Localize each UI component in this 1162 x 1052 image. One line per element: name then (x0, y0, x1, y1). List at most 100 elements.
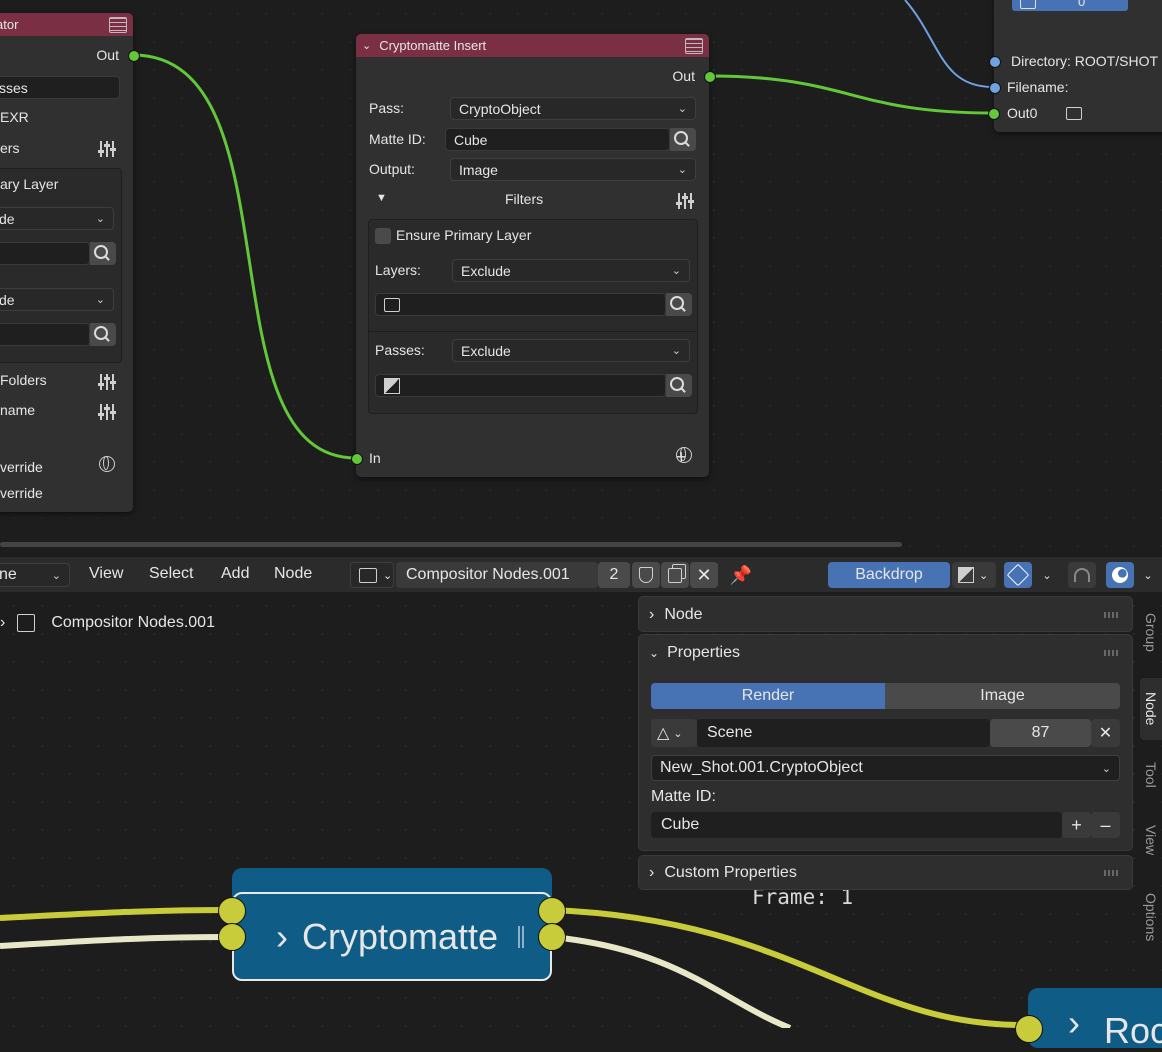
ensure-primary-label: Ensure Primary Layer (396, 227, 532, 243)
group-out-socket-1[interactable] (538, 897, 566, 925)
vtab-options[interactable]: Options (1140, 882, 1162, 952)
filename-socket[interactable] (989, 82, 1001, 94)
search-button[interactable] (90, 323, 116, 346)
backdrop-toggle[interactable]: Backdrop (828, 562, 950, 588)
scene-browse[interactable]: △ ⌄ (651, 719, 697, 747)
pass-dropdown[interactable]: CryptoObject ⌄ (450, 97, 696, 120)
sliders-icon[interactable] (98, 374, 116, 390)
directory-socket[interactable] (989, 56, 1001, 68)
left-dropdown-2[interactable]: de ⌄ (0, 288, 114, 311)
add-socket-icon[interactable]: + (676, 447, 687, 468)
cryptomatte-insert-node[interactable]: ⌄ Cryptomatte Insert Out Pass: CryptoObj… (356, 34, 709, 477)
custom-properties-panel[interactable]: › Custom Properties (638, 855, 1133, 890)
node-tree-browse[interactable]: ⌄ (350, 562, 394, 588)
pin-icon: 📌 (729, 564, 753, 585)
globe-icon[interactable] (99, 456, 115, 472)
menu-node[interactable]: Node (264, 565, 322, 583)
users-count[interactable]: 2 (598, 562, 630, 588)
matte-add-button[interactable]: + (1062, 812, 1091, 838)
left-node-out-socket[interactable] (128, 50, 140, 62)
drag-handle-icon[interactable] (1104, 612, 1120, 618)
group-in-socket-2[interactable] (218, 923, 246, 951)
in-label: In (369, 450, 381, 466)
scene-name-field[interactable]: Scene (697, 719, 990, 747)
group-in-socket-1[interactable] (218, 897, 246, 925)
sliders-icon[interactable] (98, 404, 116, 420)
crypto-in-socket[interactable] (351, 453, 363, 465)
right-group-node[interactable]: › Roc (1028, 988, 1162, 1051)
node-panel-header[interactable]: › Node (639, 597, 1132, 633)
vtab-node[interactable]: Node (1140, 678, 1162, 740)
search-icon (94, 325, 108, 340)
custom-properties-header[interactable]: › Custom Properties (639, 856, 1132, 890)
backdrop-channels[interactable]: ⌄ (952, 562, 996, 588)
properties-panel-label: Properties (667, 644, 740, 661)
scene-name: Scene (707, 724, 753, 741)
left-dropdown-1[interactable]: de ⌄ (0, 207, 114, 230)
gizmo-toggle[interactable] (1004, 562, 1032, 588)
filters-toggle-icon[interactable]: ▼ (376, 192, 387, 204)
search-button[interactable] (666, 293, 692, 316)
matte-id-field[interactable]: Cube (445, 128, 670, 151)
left-node-header[interactable]: ator (0, 13, 133, 36)
scene-users[interactable]: 87 (990, 719, 1091, 747)
crypto-out-socket[interactable] (704, 71, 716, 83)
custom-properties-label: Custom Properties (664, 864, 797, 881)
file-output-node[interactable]: 0 Directory: ROOT/SHOT Filename: Out0 (994, 0, 1162, 132)
search-button[interactable] (666, 374, 692, 397)
drag-handle-icon[interactable] (1104, 650, 1120, 656)
left-search-field-2[interactable] (0, 323, 90, 346)
passes-search-field[interactable] (375, 374, 666, 397)
menu-select[interactable]: Select (139, 565, 203, 583)
left-node[interactable]: ator Out sses EXR ers ary Layer de⌄ de⌄ … (0, 13, 133, 512)
camera-icon[interactable] (1066, 107, 1082, 120)
output-dropdown[interactable]: Image ⌄ (450, 158, 696, 181)
mode-dropdown[interactable]: ne ⌄ (0, 563, 70, 587)
out0-socket[interactable] (988, 108, 1000, 120)
sidebar-matte-field[interactable]: Cube (651, 812, 1062, 838)
unlink-button[interactable]: ✕ (690, 562, 718, 588)
grip-icon (518, 925, 525, 948)
cryptomatte-group-node[interactable]: › Cryptomatte (232, 892, 552, 981)
slot-field[interactable]: 0 (1012, 0, 1128, 11)
collapse-chevron-icon[interactable]: ⌄ (362, 39, 371, 52)
matte-id-eyedropper[interactable] (670, 128, 696, 151)
drag-handle-icon[interactable] (1104, 870, 1120, 876)
right-node-in-socket[interactable] (1015, 1015, 1043, 1043)
search-button[interactable] (90, 242, 116, 265)
menu-add[interactable]: Add (211, 565, 259, 583)
gizmo-dropdown[interactable]: ⌄ (1034, 562, 1060, 588)
horizontal-scrollbar[interactable] (0, 542, 902, 547)
sliders-icon[interactable] (676, 193, 694, 209)
duplicate-button[interactable] (661, 562, 689, 588)
layers-search-field[interactable] (375, 293, 666, 316)
chevron-right-icon: › (1068, 1002, 1080, 1043)
ensure-primary-checkbox[interactable] (375, 228, 391, 244)
vtab-view[interactable]: View (1140, 814, 1162, 866)
pin-button[interactable]: 📌 (728, 562, 754, 588)
vtab-group[interactable]: Group (1140, 602, 1162, 662)
matte-remove-button[interactable]: – (1091, 812, 1120, 838)
node-panel[interactable]: › Node (638, 596, 1133, 632)
layers-dropdown[interactable]: Exclude ⌄ (452, 259, 690, 282)
vtab-tool[interactable]: Tool (1140, 754, 1162, 796)
overlay-toggle[interactable] (1106, 562, 1134, 588)
group-out-socket-2[interactable] (538, 923, 566, 951)
fake-user-button[interactable] (632, 562, 660, 588)
snap-toggle[interactable] (1068, 562, 1096, 588)
menu-view[interactable]: View (79, 565, 133, 583)
overlay-dropdown[interactable]: ⌄ (1136, 562, 1160, 588)
node-menu-icon[interactable] (685, 37, 703, 54)
left-search-field-1[interactable] (0, 242, 90, 265)
properties-panel-header[interactable]: ⌄ Properties (639, 635, 1132, 671)
node-tree-name-field[interactable]: Compositor Nodes.001 (396, 562, 598, 588)
tab-image[interactable]: Image (885, 683, 1120, 709)
tab-render[interactable]: Render (651, 683, 885, 709)
left-node-field[interactable]: sses (0, 76, 120, 99)
passes-dropdown[interactable]: Exclude ⌄ (452, 339, 690, 362)
sliders-icon[interactable] (98, 141, 116, 157)
layer-dropdown[interactable]: New_Shot.001.CryptoObject ⌄ (651, 755, 1120, 781)
scene-unlink-button[interactable]: ✕ (1091, 719, 1120, 747)
crypto-node-header[interactable]: ⌄ Cryptomatte Insert (356, 34, 709, 57)
node-menu-icon[interactable] (109, 16, 127, 33)
